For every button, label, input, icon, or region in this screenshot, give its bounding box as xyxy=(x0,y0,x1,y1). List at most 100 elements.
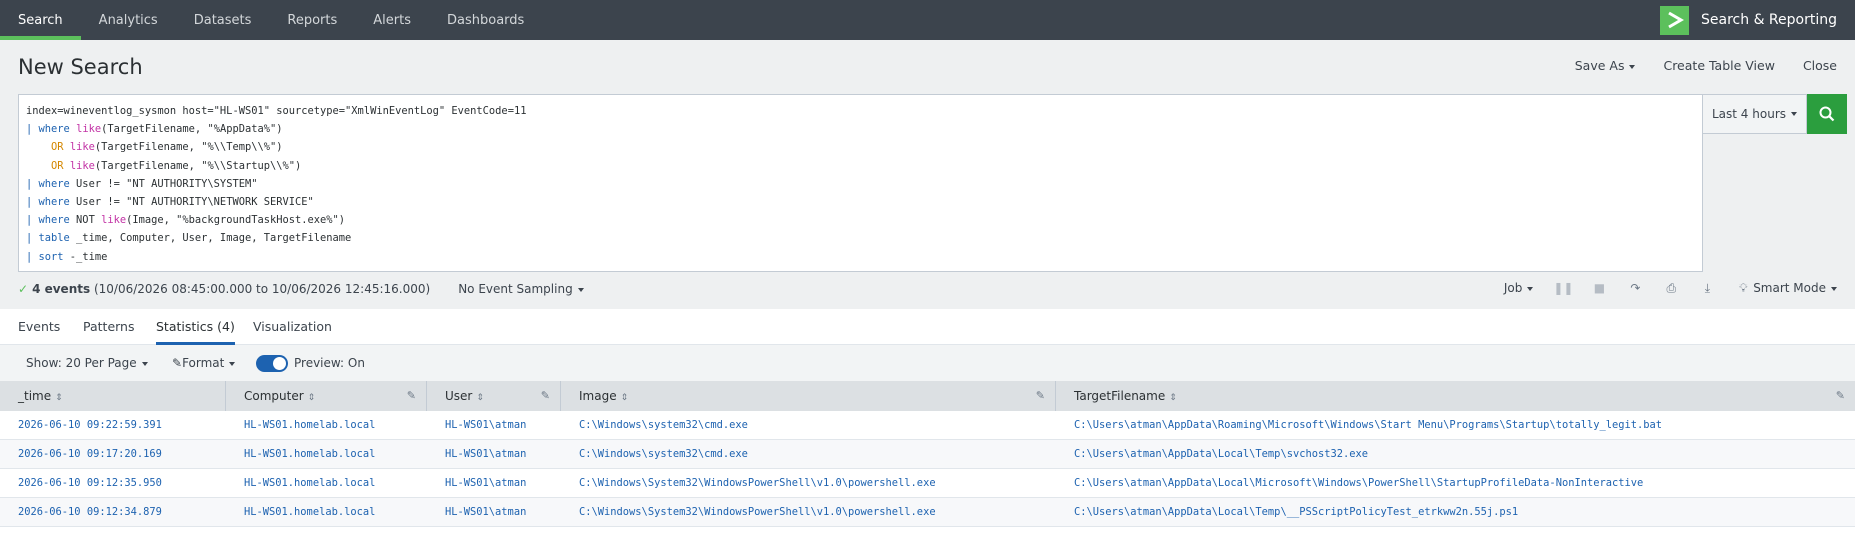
sort-icon: ⇕ xyxy=(307,393,316,403)
query-line: index=wineventlog_sysmon host="HL-WS01" … xyxy=(26,105,527,117)
column-header-user[interactable]: User ⇕ ✎ xyxy=(427,381,561,411)
chevron-down-icon xyxy=(1629,64,1636,69)
cell-image[interactable]: C:\Windows\system32\cmd.exe xyxy=(561,440,1056,468)
bulb-icon: 💡︎ xyxy=(1739,281,1748,295)
cell-targetfilename[interactable]: C:\Users\atman\AppData\Local\Microsoft\W… xyxy=(1056,469,1855,497)
export-icon[interactable]: ⤓ xyxy=(1701,281,1713,295)
tab-statistics[interactable]: Statistics (4) xyxy=(156,319,235,345)
job-status-row: ✓ 4 events (10/06/2026 08:45:00.000 to 1… xyxy=(18,281,1837,297)
cell-targetfilename[interactable]: C:\Users\atman\AppData\Local\Temp\svchos… xyxy=(1056,440,1855,468)
print-icon[interactable]: ⎙ xyxy=(1665,281,1677,295)
chevron-down-icon xyxy=(229,361,236,366)
cell-user[interactable]: HL-WS01\atman xyxy=(427,411,561,439)
column-header-label: _time xyxy=(18,389,52,403)
cell-image[interactable]: C:\Windows\System32\WindowsPowerShell\v1… xyxy=(561,469,1056,497)
tab-patterns[interactable]: Patterns xyxy=(83,319,134,345)
page-footer-area xyxy=(0,527,1855,553)
query-line: OR like(TargetFilename, "%\\Startup\\%") xyxy=(51,159,302,172)
column-header-label: TargetFilename xyxy=(1074,389,1166,403)
share-icon[interactable]: ↷ xyxy=(1629,281,1641,295)
column-header-time[interactable]: _time ⇕ xyxy=(0,381,226,411)
nav-tab-reports[interactable]: Reports xyxy=(269,0,355,40)
search-bar: index=wineventlog_sysmon host="HL-WS01" … xyxy=(18,94,1847,272)
table-row: 2026-06-10 09:22:59.391 HL-WS01.homelab.… xyxy=(0,411,1855,440)
format-menu[interactable]: ✎Format xyxy=(172,356,236,370)
chevron-down-icon xyxy=(141,361,148,366)
cell-targetfilename[interactable]: C:\Users\atman\AppData\Roaming\Microsoft… xyxy=(1056,411,1855,439)
per-page-label: Show: 20 Per Page xyxy=(26,356,137,370)
save-as-label: Save As xyxy=(1574,58,1625,73)
nav-tab-dashboards[interactable]: Dashboards xyxy=(429,0,542,40)
app-switcher[interactable]: Search & Reporting xyxy=(1660,4,1837,36)
query-line: | where User != "NT AUTHORITY\SYSTEM" xyxy=(26,177,258,190)
chevron-down-icon xyxy=(1791,112,1797,116)
tab-visualization[interactable]: Visualization xyxy=(253,319,332,345)
column-header-computer[interactable]: Computer ⇕ ✎ xyxy=(226,381,427,411)
page-title: New Search xyxy=(18,55,143,79)
app-name: Search & Reporting xyxy=(1701,12,1837,28)
cell-time[interactable]: 2026-06-10 09:22:59.391 xyxy=(0,411,226,439)
cell-time[interactable]: 2026-06-10 09:17:20.169 xyxy=(0,440,226,468)
chevron-down-icon xyxy=(1831,286,1837,291)
stop-icon[interactable]: ■ xyxy=(1593,281,1605,295)
job-menu[interactable]: Job xyxy=(1504,281,1534,295)
query-line: | table _time, Computer, User, Image, Ta… xyxy=(26,232,352,245)
pencil-icon[interactable]: ✎ xyxy=(1036,389,1045,402)
nav-tab-analytics[interactable]: Analytics xyxy=(81,0,176,40)
time-range-picker[interactable]: Last 4 hours xyxy=(1703,94,1807,134)
cell-targetfilename[interactable]: C:\Users\atman\AppData\Local\Temp\__PSSc… xyxy=(1056,498,1855,526)
cell-user[interactable]: HL-WS01\atman xyxy=(427,440,561,468)
pencil-icon[interactable]: ✎ xyxy=(1836,389,1845,402)
search-query-editor[interactable]: index=wineventlog_sysmon host="HL-WS01" … xyxy=(18,94,1703,272)
preview-label: Preview: On xyxy=(294,356,365,370)
pencil-icon[interactable]: ✎ xyxy=(541,389,550,402)
top-nav: Search Analytics Datasets Reports Alerts… xyxy=(0,0,1855,40)
column-header-targetfilename[interactable]: TargetFilename ⇕ ✎ xyxy=(1056,381,1855,411)
save-as-menu[interactable]: Save As xyxy=(1575,58,1636,73)
cell-time[interactable]: 2026-06-10 09:12:34.879 xyxy=(0,498,226,526)
results-table: _time ⇕ Computer ⇕ ✎ User ⇕ ✎ Image ⇕ ✎ TargetF… xyxy=(0,381,1855,527)
close-button[interactable]: Close xyxy=(1803,58,1837,73)
column-header-label: Image xyxy=(579,389,617,403)
table-row: 2026-06-10 09:12:34.879 HL-WS01.homelab.… xyxy=(0,498,1855,527)
result-tabs: Events Patterns Statistics (4) Visualiza… xyxy=(0,309,1855,345)
page-header: New Search Save As Create Table View Clo… xyxy=(0,40,1855,92)
nav-tab-search[interactable]: Search xyxy=(0,0,81,40)
cell-computer[interactable]: HL-WS01.homelab.local xyxy=(226,411,427,439)
cell-computer[interactable]: HL-WS01.homelab.local xyxy=(226,440,427,468)
sort-icon: ⇕ xyxy=(476,393,484,403)
cell-image[interactable]: C:\Windows\system32\cmd.exe xyxy=(561,411,1056,439)
pause-icon[interactable]: ❚❚ xyxy=(1553,281,1573,295)
nav-tab-datasets[interactable]: Datasets xyxy=(176,0,270,40)
cell-computer[interactable]: HL-WS01.homelab.local xyxy=(226,469,427,497)
query-line: | sort -_time xyxy=(26,250,108,263)
event-count: 4 events xyxy=(32,282,91,296)
nav-tab-alerts[interactable]: Alerts xyxy=(355,0,429,40)
pencil-icon: ✎ xyxy=(172,356,183,370)
column-header-label: Computer xyxy=(244,389,304,403)
cell-computer[interactable]: HL-WS01.homelab.local xyxy=(226,498,427,526)
table-row: 2026-06-10 09:17:20.169 HL-WS01.homelab.… xyxy=(0,440,1855,469)
cell-image[interactable]: C:\Windows\System32\WindowsPowerShell\v1… xyxy=(561,498,1056,526)
time-range-label: Last 4 hours xyxy=(1712,107,1786,121)
query-line: OR like(TargetFilename, "%\\Temp\\%") xyxy=(51,141,283,154)
header-actions: Save As Create Table View Close xyxy=(1575,58,1837,73)
search-button[interactable] xyxy=(1807,94,1847,134)
cell-time[interactable]: 2026-06-10 09:12:35.950 xyxy=(0,469,226,497)
search-icon xyxy=(1819,106,1835,122)
check-icon: ✓ xyxy=(18,282,29,296)
create-table-view-button[interactable]: Create Table View xyxy=(1663,58,1774,73)
event-time-range: (10/06/2026 08:45:00.000 to 10/06/2026 1… xyxy=(93,282,431,296)
cell-user[interactable]: HL-WS01\atman xyxy=(427,469,561,497)
pencil-icon[interactable]: ✎ xyxy=(407,389,416,402)
table-row: 2026-06-10 09:12:35.950 HL-WS01.homelab.… xyxy=(0,469,1855,498)
column-header-image[interactable]: Image ⇕ ✎ xyxy=(561,381,1056,411)
search-mode-menu[interactable]: 💡︎ Smart Mode xyxy=(1737,281,1837,295)
job-controls: Job ❚❚ ■ ↷ ⎙ ⤓ 💡︎ Smart Mode xyxy=(1504,281,1837,295)
preview-toggle[interactable] xyxy=(256,355,288,372)
cell-user[interactable]: HL-WS01\atman xyxy=(427,498,561,526)
tab-events[interactable]: Events xyxy=(18,319,60,345)
event-sampling-menu[interactable]: No Event Sampling xyxy=(458,282,584,296)
sort-icon: ⇕ xyxy=(1169,393,1177,403)
per-page-menu[interactable]: Show: 20 Per Page xyxy=(26,356,148,370)
